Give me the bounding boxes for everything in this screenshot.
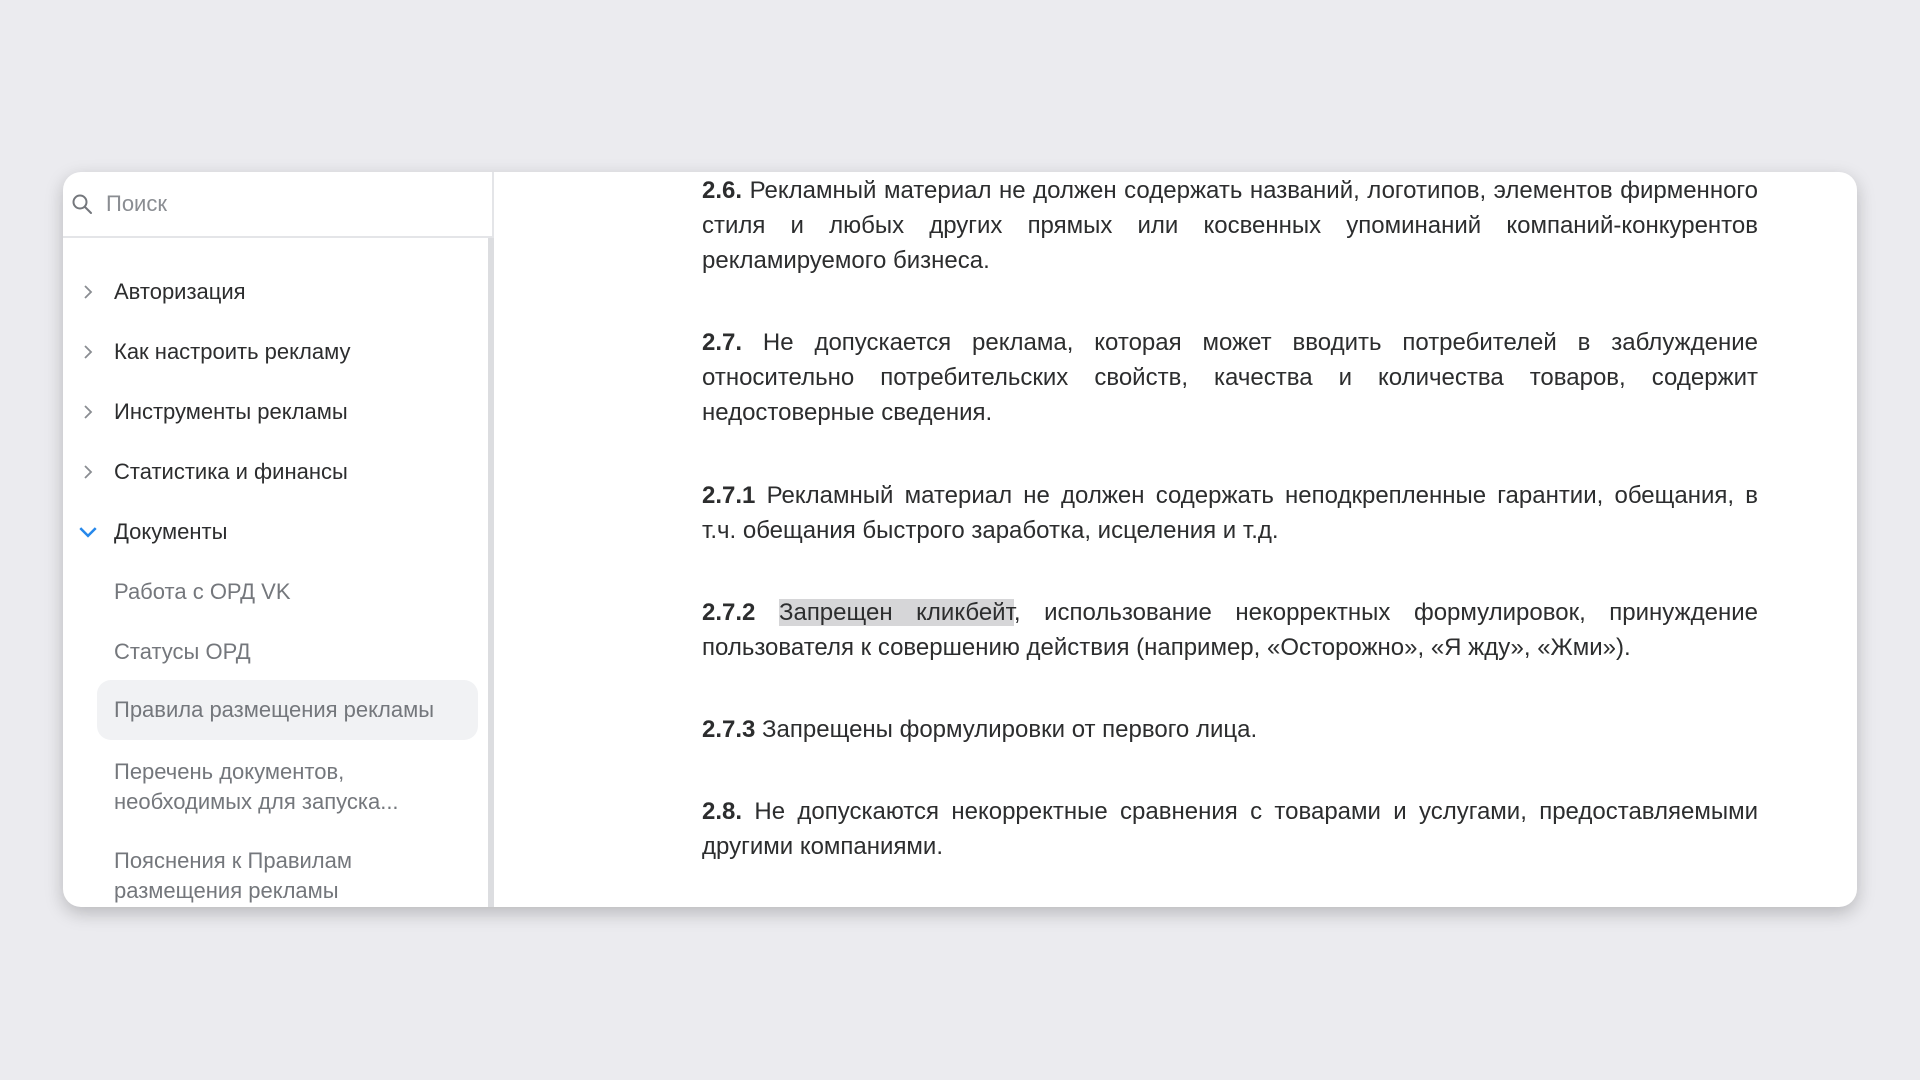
sidebar-subitem-label: Статусы ОРД bbox=[114, 639, 251, 664]
paragraph-text: Не допускается реклама, которая может вв… bbox=[702, 329, 1758, 426]
paragraph-text: Рекламный материал не должен содержать н… bbox=[702, 177, 1758, 274]
search-bar bbox=[63, 172, 492, 238]
sidebar-subitem-label: Пояснения к Правилам размещения рекламы bbox=[114, 848, 353, 903]
paragraph-2-6: 2.6. Рекламный материал не должен содерж… bbox=[702, 173, 1758, 278]
search-icon bbox=[72, 194, 92, 214]
paragraph-text: Не допускаются некорректные сравнения с … bbox=[702, 798, 1758, 860]
paragraph-number: 2.7.1 bbox=[702, 482, 756, 509]
sidebar-subitem-label: Работа с ОРД VK bbox=[114, 579, 291, 604]
sidebar-item-stats-finance[interactable]: Статистика и финансы bbox=[63, 457, 478, 487]
paragraph-2-7: 2.7. Не допускается реклама, которая мож… bbox=[702, 325, 1758, 430]
sidebar-item-label: Статистика и финансы bbox=[114, 459, 348, 484]
paragraph-number: 2.7.2 bbox=[702, 599, 756, 626]
sidebar-item-label: Как настроить рекламу bbox=[114, 339, 351, 364]
sidebar-nav: Авторизация Как настроить рекламу Инстру… bbox=[63, 238, 494, 907]
paragraph-number: 2.6. bbox=[702, 177, 743, 204]
sidebar-subitem-ord-statuses[interactable]: Статусы ОРД bbox=[97, 637, 478, 667]
sidebar: Авторизация Как настроить рекламу Инстру… bbox=[63, 172, 494, 907]
chevron-right-icon bbox=[84, 285, 93, 299]
sidebar-subitem-document-list[interactable]: Перечень документов, необходимых для зап… bbox=[97, 757, 427, 817]
sidebar-subitem-label: Правила размещения рекламы bbox=[114, 697, 435, 722]
paragraph-2-7-2: 2.7.2 Запрещен кликбейт, использование н… bbox=[702, 595, 1758, 665]
sidebar-item-label: Инструменты рекламы bbox=[114, 399, 348, 424]
paragraph-number: 2.8. bbox=[702, 798, 743, 825]
sidebar-item-ad-tools[interactable]: Инструменты рекламы bbox=[63, 397, 478, 427]
paragraph-2-7-3: 2.7.3 Запрещены формулировки от первого … bbox=[702, 712, 1758, 747]
sidebar-subitem-ord-vk[interactable]: Работа с ОРД VK bbox=[97, 577, 478, 607]
paragraph-2-8: 2.8. Не допускаются некорректные сравнен… bbox=[702, 794, 1758, 864]
sidebar-item-ad-setup[interactable]: Как настроить рекламу bbox=[63, 337, 478, 367]
chevron-right-icon bbox=[84, 345, 93, 359]
search-input[interactable] bbox=[106, 191, 466, 217]
chevron-right-icon bbox=[84, 465, 93, 479]
sidebar-subitem-ad-rules[interactable]: Правила размещения рекламы bbox=[97, 680, 478, 740]
paragraph-number: 2.7.3 bbox=[702, 716, 756, 743]
sidebar-item-authorization[interactable]: Авторизация bbox=[63, 277, 478, 307]
paragraph-2-7-1: 2.7.1 Рекламный материал не должен содер… bbox=[702, 478, 1758, 548]
paragraph-number: 2.7. bbox=[702, 329, 743, 356]
highlighted-text: Запрещен кликбейт bbox=[778, 599, 1014, 626]
chevron-right-icon bbox=[84, 405, 93, 419]
sidebar-subitem-rules-explanations[interactable]: Пояснения к Правилам размещения рекламы bbox=[97, 846, 397, 906]
sidebar-item-documents[interactable]: Документы bbox=[63, 517, 478, 547]
chevron-down-icon bbox=[79, 527, 97, 538]
sidebar-item-label: Документы bbox=[114, 519, 228, 544]
paragraph-text: Рекламный материал не должен содержать н… bbox=[702, 482, 1758, 544]
sidebar-item-label: Авторизация bbox=[114, 279, 246, 304]
sidebar-subitem-label: Перечень документов, необходимых для зап… bbox=[114, 759, 399, 814]
paragraph-text: Запрещены формулировки от первого лица. bbox=[755, 716, 1258, 743]
